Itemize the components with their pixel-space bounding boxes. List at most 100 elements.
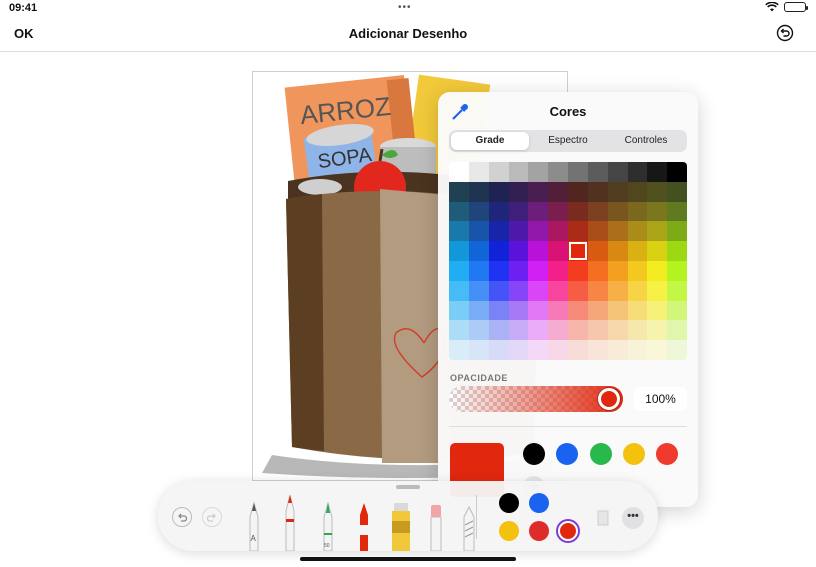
palette-swatch-selected[interactable]	[558, 521, 578, 541]
palette-swatch-yellow[interactable]	[499, 521, 519, 541]
color-grid-cell[interactable]	[667, 221, 687, 242]
color-grid-cell[interactable]	[508, 162, 529, 182]
color-grid-cell[interactable]	[468, 280, 489, 301]
color-grid-cell[interactable]	[528, 280, 549, 301]
color-grid-cell[interactable]	[449, 340, 469, 360]
color-grid-cell[interactable]	[528, 300, 549, 321]
color-grid-cell[interactable]	[468, 260, 489, 281]
color-grid-cell[interactable]	[548, 260, 568, 281]
undo-button[interactable]	[172, 507, 192, 527]
color-grid-cell[interactable]	[607, 320, 628, 341]
color-grid-cell[interactable]	[587, 260, 608, 281]
tab-controles[interactable]: Controles	[607, 132, 685, 150]
color-grid-cell[interactable]	[528, 260, 549, 281]
color-grid-cell[interactable]	[587, 181, 608, 202]
color-grid-cell[interactable]	[568, 260, 588, 281]
color-grid-cell[interactable]	[587, 300, 608, 321]
color-grid-cell[interactable]	[607, 260, 628, 281]
color-grid[interactable]	[449, 162, 687, 360]
color-grid-cell[interactable]	[528, 340, 549, 360]
color-grid-cell[interactable]	[528, 241, 549, 261]
color-grid-cell[interactable]	[627, 221, 648, 242]
color-grid-cell[interactable]	[627, 340, 648, 360]
saved-swatch-black[interactable]	[523, 443, 545, 465]
color-grid-cell[interactable]	[587, 162, 608, 182]
color-grid-cell[interactable]	[607, 201, 628, 222]
color-grid-cell[interactable]	[508, 221, 529, 242]
color-grid-cell[interactable]	[647, 300, 668, 321]
palette-grabber[interactable]	[396, 485, 420, 489]
color-grid-cell[interactable]	[627, 241, 648, 261]
color-grid-cell[interactable]	[667, 340, 687, 360]
color-grid-cell[interactable]	[647, 241, 668, 261]
ruler-toggle-icon[interactable]	[594, 507, 612, 527]
color-grid-cell[interactable]	[468, 162, 489, 182]
color-grid-cell[interactable]	[468, 241, 489, 261]
marker-tool[interactable]: 50	[320, 501, 336, 551]
pen-tool[interactable]: A	[246, 501, 262, 551]
crayon-tool[interactable]	[356, 501, 372, 551]
color-grid-cell[interactable]	[607, 340, 628, 360]
saved-swatch-yellow[interactable]	[623, 443, 645, 465]
color-grid-cell[interactable]	[449, 181, 469, 202]
color-grid-cell[interactable]	[449, 201, 469, 222]
color-grid-cell[interactable]	[508, 300, 529, 321]
color-grid-cell[interactable]	[647, 340, 668, 360]
color-grid-cell[interactable]	[568, 300, 588, 321]
color-grid-cell[interactable]	[647, 221, 668, 242]
color-grid-cell[interactable]	[568, 201, 588, 222]
color-grid-cell[interactable]	[488, 181, 509, 202]
color-grid-cell[interactable]	[607, 181, 628, 202]
color-grid-cell[interactable]	[627, 162, 648, 182]
color-grid-cell[interactable]	[508, 201, 529, 222]
color-grid-cell[interactable]	[488, 162, 509, 182]
color-grid-cell[interactable]	[667, 260, 687, 281]
color-grid-cell[interactable]	[468, 181, 489, 202]
color-grid-cell[interactable]	[607, 300, 628, 321]
color-grid-cell[interactable]	[468, 201, 489, 222]
color-grid-cell[interactable]	[647, 260, 668, 281]
color-grid-cell[interactable]	[548, 280, 568, 301]
color-grid-cell[interactable]	[468, 340, 489, 360]
color-grid-cell[interactable]	[528, 320, 549, 341]
color-grid-cell[interactable]	[488, 221, 509, 242]
saved-swatch-green[interactable]	[590, 443, 612, 465]
color-grid-cell[interactable]	[667, 300, 687, 321]
color-grid-cell[interactable]	[548, 241, 568, 261]
palette-swatch-red[interactable]	[529, 521, 549, 541]
color-grid-cell[interactable]	[587, 320, 608, 341]
color-grid-cell[interactable]	[607, 162, 628, 182]
color-grid-cell[interactable]	[548, 221, 568, 242]
color-grid-cell[interactable]	[528, 162, 549, 182]
color-grid-cell[interactable]	[508, 280, 529, 301]
color-grid-cell[interactable]	[647, 162, 668, 182]
color-grid-cell[interactable]	[568, 181, 588, 202]
color-grid-cell[interactable]	[627, 181, 648, 202]
color-grid-cell[interactable]	[627, 300, 648, 321]
color-grid-cell[interactable]	[607, 280, 628, 301]
color-grid-cell[interactable]	[647, 280, 668, 301]
color-grid-cell[interactable]	[647, 181, 668, 202]
color-grid-cell[interactable]	[587, 201, 608, 222]
color-grid-cell[interactable]	[548, 340, 568, 360]
color-grid-cell[interactable]	[488, 241, 509, 261]
color-grid-cell[interactable]	[647, 320, 668, 341]
opacity-slider[interactable]	[449, 386, 623, 412]
color-grid-cell[interactable]	[508, 241, 529, 261]
color-grid-cell[interactable]	[548, 320, 568, 341]
tab-grade[interactable]: Grade	[451, 132, 529, 150]
color-grid-cell[interactable]	[627, 320, 648, 341]
color-grid-cell[interactable]	[548, 201, 568, 222]
color-grid-cell[interactable]	[667, 162, 687, 182]
opacity-value-field[interactable]: 100%	[634, 387, 687, 411]
color-grid-cell[interactable]	[468, 320, 489, 341]
color-grid-cell[interactable]	[528, 201, 549, 222]
color-grid-cell[interactable]	[488, 260, 509, 281]
color-grid-cell[interactable]	[587, 221, 608, 242]
opacity-slider-thumb[interactable]	[598, 388, 620, 410]
color-grid-cell[interactable]	[667, 181, 687, 202]
color-grid-cell[interactable]	[449, 320, 469, 341]
color-grid-cell[interactable]	[627, 280, 648, 301]
palette-swatch-blue[interactable]	[529, 493, 549, 513]
color-grid-cell[interactable]	[647, 201, 668, 222]
